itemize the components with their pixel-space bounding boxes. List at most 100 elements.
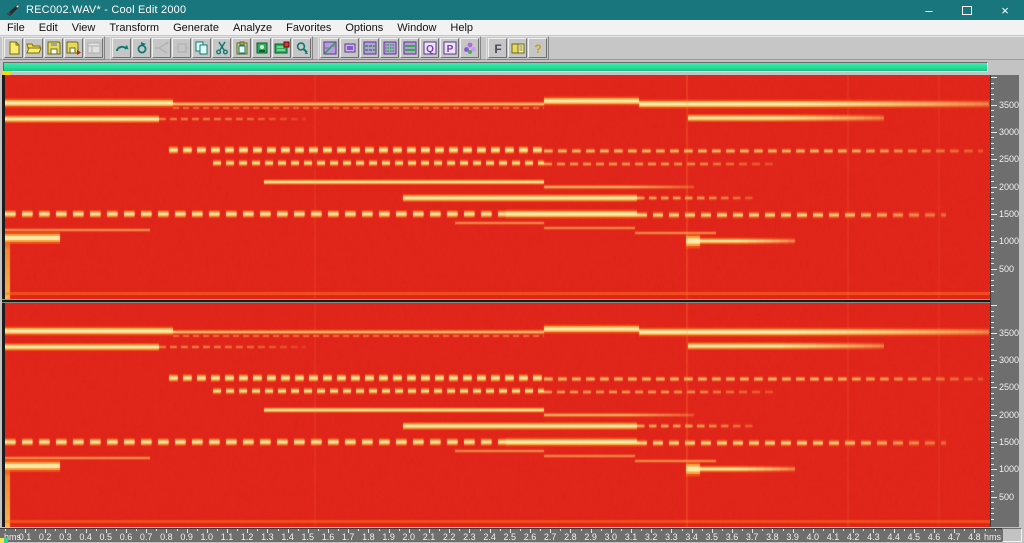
- freq-tick: [991, 176, 994, 177]
- menu-item-favorites[interactable]: Favorites: [279, 21, 338, 35]
- maximize-button[interactable]: [948, 0, 986, 20]
- freq-tick: [991, 192, 994, 193]
- new-file-button[interactable]: [4, 38, 23, 58]
- time-label: 2.7: [544, 533, 557, 542]
- help-button[interactable]: ?: [528, 38, 547, 58]
- time-minor-tick: [540, 529, 541, 531]
- title-bar[interactable]: REC002.WAV* - Cool Edit 2000 – ×: [0, 0, 1024, 20]
- menu-item-transform[interactable]: Transform: [102, 21, 166, 35]
- cut-button[interactable]: [212, 38, 231, 58]
- toolbar: QP F?: [0, 36, 1024, 60]
- menu-item-view[interactable]: View: [65, 21, 103, 35]
- freq-tick: [991, 360, 997, 361]
- freq-tick: [991, 159, 997, 160]
- menu-item-help[interactable]: Help: [443, 21, 480, 35]
- paste-to-new-button[interactable]: [272, 38, 291, 58]
- minimize-button[interactable]: –: [910, 0, 948, 20]
- file-info-button[interactable]: [84, 38, 103, 58]
- close-button[interactable]: ×: [986, 0, 1024, 20]
- spectrogram-pane-right-channel[interactable]: [5, 303, 990, 527]
- freq-tick: [991, 453, 994, 454]
- toolbar-group-3: QP: [318, 36, 481, 60]
- undo-button[interactable]: [112, 38, 131, 58]
- freq-tick: [991, 110, 994, 111]
- mix-paste-button[interactable]: [252, 38, 271, 58]
- menu-item-edit[interactable]: Edit: [32, 21, 65, 35]
- green-lines-2-button[interactable]: [380, 38, 399, 58]
- letter-p-button[interactable]: P: [440, 38, 459, 58]
- time-label: 3.9: [786, 533, 799, 542]
- time-label: 3.8: [766, 533, 779, 542]
- organizer-button[interactable]: [460, 38, 479, 58]
- copy-button[interactable]: [192, 38, 211, 58]
- spectral-view-button[interactable]: [340, 38, 359, 58]
- freq-tick: [991, 280, 994, 281]
- save-as-button[interactable]: [64, 38, 83, 58]
- paste-button[interactable]: [232, 38, 251, 58]
- freq-tick: [991, 382, 994, 383]
- freq-label: 2500: [999, 155, 1019, 164]
- freq-tick: [991, 486, 994, 487]
- menu-item-analyze[interactable]: Analyze: [226, 21, 279, 35]
- freq-tick: [991, 127, 994, 128]
- time-label: 1.1: [221, 533, 234, 542]
- time-minor-tick: [76, 529, 77, 531]
- letter-q-button[interactable]: Q: [420, 38, 439, 58]
- freq-analysis-button[interactable]: F: [488, 38, 507, 58]
- freq-label: 2000: [999, 183, 1019, 192]
- time-minor-tick: [318, 529, 319, 531]
- green-lines-3-button[interactable]: [400, 38, 419, 58]
- time-minor-tick: [702, 529, 703, 531]
- time-label: 0.9: [180, 533, 193, 542]
- freq-tick: [991, 219, 994, 220]
- freq-tick: [991, 333, 997, 334]
- menu-item-file[interactable]: File: [0, 21, 32, 35]
- freq-label: 3000: [999, 356, 1019, 365]
- time-minor-tick: [742, 529, 743, 531]
- help-icon: ?: [530, 41, 546, 55]
- freq-tick: [991, 502, 994, 503]
- edit-branch-button[interactable]: [152, 38, 171, 58]
- zoom-goto-icon: [294, 41, 310, 55]
- freq-tick: [991, 77, 997, 78]
- time-label: 3.3: [665, 533, 678, 542]
- waveform-view-button[interactable]: [320, 38, 339, 58]
- freq-tick: [991, 214, 997, 215]
- overview-range-bar[interactable]: [3, 62, 988, 72]
- time-label: 2.4: [483, 533, 496, 542]
- time-minor-tick: [520, 529, 521, 531]
- freq-tick: [991, 99, 994, 100]
- repeat-button[interactable]: [132, 38, 151, 58]
- time-label: 3.0: [605, 533, 618, 542]
- freq-tick: [991, 94, 994, 95]
- window-title: REC002.WAV* - Cool Edit 2000: [26, 4, 186, 16]
- menu-item-generate[interactable]: Generate: [166, 21, 226, 35]
- time-minor-tick: [116, 529, 117, 531]
- time-minor-tick: [884, 529, 885, 531]
- frequency-ruler[interactable]: 5001000150020002500300035005001000150020…: [990, 75, 1019, 527]
- spectrogram-pane-left-channel[interactable]: [5, 75, 990, 299]
- freq-tick: [991, 355, 994, 356]
- save-file-button[interactable]: [44, 38, 63, 58]
- time-label: 0.2: [39, 533, 52, 542]
- time-ruler[interactable]: hms hms 0.10.20.30.40.50.60.70.80.91.01.…: [0, 528, 1002, 542]
- time-label: 3.4: [685, 533, 698, 542]
- menu-item-window[interactable]: Window: [390, 21, 443, 35]
- trim-button[interactable]: [172, 38, 191, 58]
- freq-tick: [991, 154, 994, 155]
- time-minor-tick: [843, 529, 844, 531]
- zoom-goto-button[interactable]: [292, 38, 311, 58]
- time-label: 1.0: [201, 533, 214, 542]
- app-icon[interactable]: [6, 3, 21, 17]
- scripts-book-button[interactable]: [508, 38, 527, 58]
- green-lines-1-button[interactable]: [360, 38, 379, 58]
- time-label: 4.4: [887, 533, 900, 542]
- time-label: 1.7: [342, 533, 355, 542]
- freq-tick: [991, 105, 997, 106]
- freq-tick: [991, 285, 994, 286]
- open-file-button[interactable]: [24, 38, 43, 58]
- scroll-indicator: [0, 538, 8, 543]
- time-minor-tick: [621, 529, 622, 531]
- menu-item-options[interactable]: Options: [338, 21, 390, 35]
- time-label: 1.5: [302, 533, 315, 542]
